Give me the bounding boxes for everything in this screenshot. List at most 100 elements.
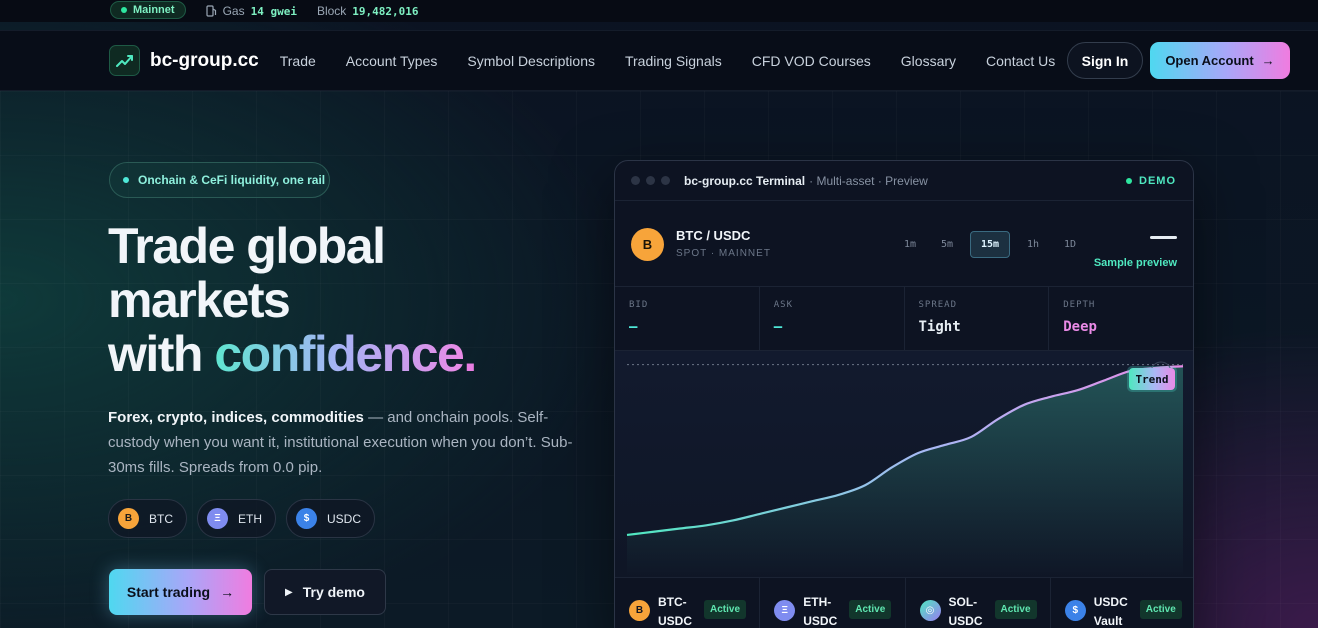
nav-link-glossary[interactable]: Glossary: [901, 53, 956, 69]
timeframe-5m[interactable]: 5m: [933, 231, 961, 258]
headline-line-2: markets: [108, 272, 291, 328]
market-stats: BID — ASK — SPREAD Tight DEPTH Deep: [615, 287, 1193, 351]
subcopy-bold: Forex, crypto, indices, commodities: [108, 409, 364, 426]
price-chart-svg: Trend: [626, 361, 1184, 577]
stat-ask: ASK —: [760, 287, 905, 350]
network-badge[interactable]: Mainnet: [110, 1, 186, 19]
area-fill: [627, 366, 1183, 577]
logo-icon[interactable]: [109, 45, 140, 76]
sign-in-button[interactable]: Sign In: [1067, 42, 1143, 79]
eth-coin-icon: Ξ: [774, 600, 796, 621]
chip-eth[interactable]: Ξ ETH: [197, 499, 276, 538]
timeframe-selector: 1m 5m 15m 1h 1D: [896, 231, 1084, 258]
timeframe-15m[interactable]: 15m: [970, 231, 1010, 258]
gas-stat: Gas 14 gwei: [205, 4, 297, 18]
stat-label: SPREAD: [918, 300, 958, 310]
asset-name: BTC-USDC: [658, 595, 693, 628]
open-account-label: Open Account: [1165, 53, 1254, 68]
chip-usdc[interactable]: $ USDC: [286, 499, 376, 538]
status-badge: Active: [1139, 600, 1182, 619]
demo-label: DEMO: [1139, 175, 1176, 187]
terminal-subtitle: · Multi-asset · Preview: [809, 173, 928, 188]
pair-header: B BTC / USDC SPOT · MAINNET 1m 5m 15m 1h…: [615, 201, 1193, 287]
status-badge: Active: [994, 600, 1037, 619]
gas-label: Gas: [222, 4, 245, 18]
asset-usdc-vault[interactable]: $ USDC Vault Active: [1051, 578, 1193, 628]
nav-link-trade[interactable]: Trade: [280, 53, 316, 69]
stat-label: BID: [629, 300, 649, 310]
btc-coin-icon: B: [631, 228, 664, 261]
stat-depth: DEPTH Deep: [1049, 287, 1193, 350]
chip-label: ETH: [238, 511, 262, 526]
asset-chips: B BTC Ξ ETH $ USDC: [108, 499, 376, 538]
terminal-titlebar: bc-group.cc Terminal · Multi-asset · Pre…: [615, 161, 1193, 201]
timeframe-1d[interactable]: 1D: [1056, 231, 1084, 258]
network-status-bar: Mainnet Gas 14 gwei Block 19,482,016: [0, 0, 1318, 22]
demo-dot: [1126, 178, 1132, 184]
chip-label: BTC: [149, 511, 173, 526]
hero-badge: Onchain & CeFi liquidity, one rail: [109, 162, 330, 198]
status-badge: Active: [704, 600, 747, 619]
usdc-coin-icon: $: [1064, 600, 1086, 621]
btc-coin-icon: B: [629, 600, 650, 621]
timeframe-1m[interactable]: 1m: [896, 231, 924, 258]
nav-link-trading-signals[interactable]: Trading Signals: [625, 53, 722, 69]
nav-link-account-types[interactable]: Account Types: [346, 53, 438, 69]
status-badge: Active: [849, 600, 892, 619]
asset-strip: B BTC-USDC Active Ξ ETH-USDC Active ◎ SO…: [615, 577, 1193, 628]
headline-line-3: with: [108, 326, 215, 382]
pair-market: SPOT · MAINNET: [676, 248, 771, 259]
headline-line-1: Trade global: [108, 218, 386, 274]
sample-preview-label: Sample preview: [1093, 257, 1177, 269]
stat-value: —: [773, 319, 783, 335]
stat-label: DEPTH: [1063, 300, 1096, 310]
demo-badge: DEMO: [1126, 175, 1176, 187]
nav-links: Trade Account Types Symbol Descriptions …: [280, 53, 1056, 69]
price-placeholder: [1150, 236, 1177, 239]
trend-text: Trend: [1135, 373, 1168, 386]
nav-link-contact-us[interactable]: Contact Us: [986, 53, 1055, 69]
arrow-right-icon: →: [220, 584, 235, 600]
asset-name: USDC Vault: [1093, 595, 1128, 628]
asset-name: SOL-USDC: [948, 595, 983, 628]
hero-subcopy: Forex, crypto, indices, commodities — an…: [108, 405, 578, 480]
sol-coin-icon: ◎: [919, 600, 941, 621]
asset-eth-usdc[interactable]: Ξ ETH-USDC Active: [760, 578, 906, 628]
status-dot: [121, 7, 127, 13]
play-icon: ▶: [285, 586, 293, 598]
chip-btc[interactable]: B BTC: [108, 499, 187, 538]
stat-value: —: [629, 319, 638, 335]
chip-label: USDC: [327, 511, 362, 526]
try-demo-label: Try demo: [302, 584, 365, 600]
stat-value: Deep: [1063, 319, 1097, 335]
stat-value: Tight: [918, 319, 961, 335]
usdc-coin-icon: $: [296, 508, 317, 529]
start-trading-button[interactable]: Start trading →: [109, 569, 252, 615]
hero-headline: Trade global markets with confidence.: [108, 219, 588, 381]
block-stat: Block 19,482,016: [317, 4, 419, 18]
block-label: Block: [316, 4, 347, 18]
eth-coin-icon: Ξ: [207, 508, 228, 529]
stat-spread: SPREAD Tight: [905, 287, 1050, 350]
gas-value: 14 gwei: [250, 4, 297, 18]
fuel-icon: [205, 5, 216, 17]
asset-btc-usdc[interactable]: B BTC-USDC Active: [615, 578, 761, 628]
brand-name[interactable]: bc-group.cc: [150, 50, 259, 72]
start-trading-label: Start trading: [126, 584, 211, 600]
network-label: Mainnet: [133, 4, 175, 16]
trend-label: Trend: [1127, 361, 1177, 392]
nav-link-cfd-vod-courses[interactable]: CFD VOD Courses: [752, 53, 871, 69]
arrow-right-icon: →: [1261, 53, 1275, 68]
headline-dot: .: [463, 326, 477, 382]
nav-link-symbol-descriptions[interactable]: Symbol Descriptions: [467, 53, 595, 69]
stat-bid: BID —: [615, 287, 760, 350]
btc-coin-icon: B: [118, 508, 139, 529]
headline-accent: confidence: [214, 326, 464, 382]
stat-label: ASK: [773, 300, 794, 310]
asset-sol-usdc[interactable]: ◎ SOL-USDC Active: [906, 578, 1051, 628]
timeframe-1h[interactable]: 1h: [1019, 231, 1047, 258]
open-account-button[interactable]: Open Account →: [1150, 42, 1290, 79]
badge-label: Onchain & CeFi liquidity, one rail: [138, 173, 326, 187]
main-navbar: bc-group.cc Trade Account Types Symbol D…: [0, 30, 1318, 91]
try-demo-button[interactable]: ▶ Try demo: [264, 569, 386, 615]
